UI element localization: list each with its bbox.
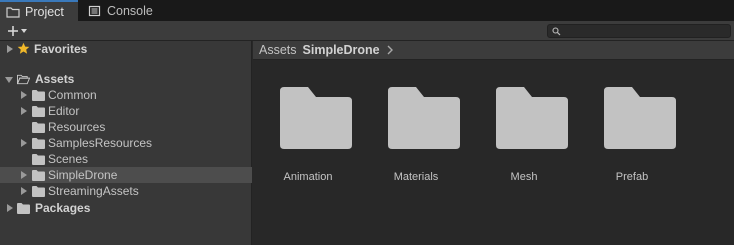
tree-item-scenes[interactable]: Scenes xyxy=(0,151,252,167)
project-tree: Favorites Assets Common Editor Resources… xyxy=(0,41,252,245)
asset-folder-animation[interactable]: Animation xyxy=(263,87,353,187)
folder-icon xyxy=(32,138,45,149)
folder-icon xyxy=(604,87,676,149)
asset-grid: Animation Materials Mesh Prefab xyxy=(253,60,734,245)
folder-icon xyxy=(32,106,45,117)
tab-console-label: Console xyxy=(107,3,153,18)
tree-item-label: Packages xyxy=(35,201,91,215)
folder-icon xyxy=(32,170,45,181)
asset-folder-mesh[interactable]: Mesh xyxy=(479,87,569,187)
breadcrumb-assets[interactable]: Assets xyxy=(259,43,297,57)
tree-item-packages[interactable]: Packages xyxy=(0,200,252,216)
collapse-arrow-icon[interactable] xyxy=(4,75,14,85)
tree-item-label: StreamingAssets xyxy=(48,184,139,198)
tree-item-simpledrone[interactable]: SimpleDrone xyxy=(0,167,252,183)
folder-icon xyxy=(280,87,352,149)
star-icon xyxy=(17,42,30,54)
tree-item-common[interactable]: Common xyxy=(0,87,252,103)
expand-arrow-icon[interactable] xyxy=(19,186,29,196)
search-icon xyxy=(552,27,561,36)
tree-item-label: Common xyxy=(48,88,97,102)
tree-item-favorites[interactable]: Favorites xyxy=(0,41,252,57)
asset-folder-materials[interactable]: Materials xyxy=(371,87,461,187)
folder-icon xyxy=(32,186,45,197)
expand-arrow-icon[interactable] xyxy=(19,138,29,148)
asset-name: Mesh xyxy=(510,171,538,183)
plus-icon xyxy=(8,26,27,36)
project-toolbar xyxy=(0,21,734,41)
folder-icon xyxy=(496,87,568,149)
tree-item-label: SamplesResources xyxy=(48,136,153,150)
tree-item-assets[interactable]: Assets xyxy=(0,71,252,87)
tree-item-resources[interactable]: Resources xyxy=(0,119,252,135)
tree-item-label: Scenes xyxy=(48,152,89,166)
tree-item-label: Editor xyxy=(48,104,80,118)
expand-arrow-icon[interactable] xyxy=(19,106,29,116)
tab-console[interactable]: Console xyxy=(78,0,163,21)
tree-item-streamingassets[interactable]: StreamingAssets xyxy=(0,183,252,199)
tab-project[interactable]: Project xyxy=(0,0,78,21)
expand-arrow-icon[interactable] xyxy=(19,90,29,100)
asset-name: Materials xyxy=(393,171,439,183)
tree-item-editor[interactable]: Editor xyxy=(0,103,252,119)
tab-project-label: Project xyxy=(25,4,64,19)
asset-name: Prefab xyxy=(615,171,649,183)
tab-bar: Project Console xyxy=(0,0,734,21)
console-icon xyxy=(88,5,101,16)
asset-folder-prefab[interactable]: Prefab xyxy=(587,87,677,187)
create-dropdown-button[interactable] xyxy=(6,22,34,39)
asset-name: Animation xyxy=(283,171,333,183)
breadcrumb-current[interactable]: SimpleDrone xyxy=(303,43,380,57)
folder-icon xyxy=(32,90,45,101)
tree-item-label: SimpleDrone xyxy=(48,168,118,182)
folder-icon xyxy=(6,6,20,18)
tree-item-label: Assets xyxy=(35,72,75,86)
breadcrumb: Assets SimpleDrone xyxy=(253,41,734,60)
search-input[interactable] xyxy=(547,24,731,38)
expand-arrow-icon[interactable] xyxy=(19,170,29,180)
expand-arrow-icon[interactable] xyxy=(5,44,15,54)
expand-arrow-icon[interactable] xyxy=(5,203,15,213)
caret-down-icon xyxy=(21,29,27,33)
tree-item-label: Resources xyxy=(48,120,106,134)
tree-item-samplesresources[interactable]: SamplesResources xyxy=(0,135,252,151)
folder-icon xyxy=(32,154,45,165)
tree-item-label: Favorites xyxy=(34,42,88,56)
folder-icon xyxy=(17,203,30,214)
open-folder-icon xyxy=(17,74,30,85)
chevron-right-icon[interactable] xyxy=(386,45,394,55)
folder-icon xyxy=(32,122,45,133)
folder-icon xyxy=(388,87,460,149)
